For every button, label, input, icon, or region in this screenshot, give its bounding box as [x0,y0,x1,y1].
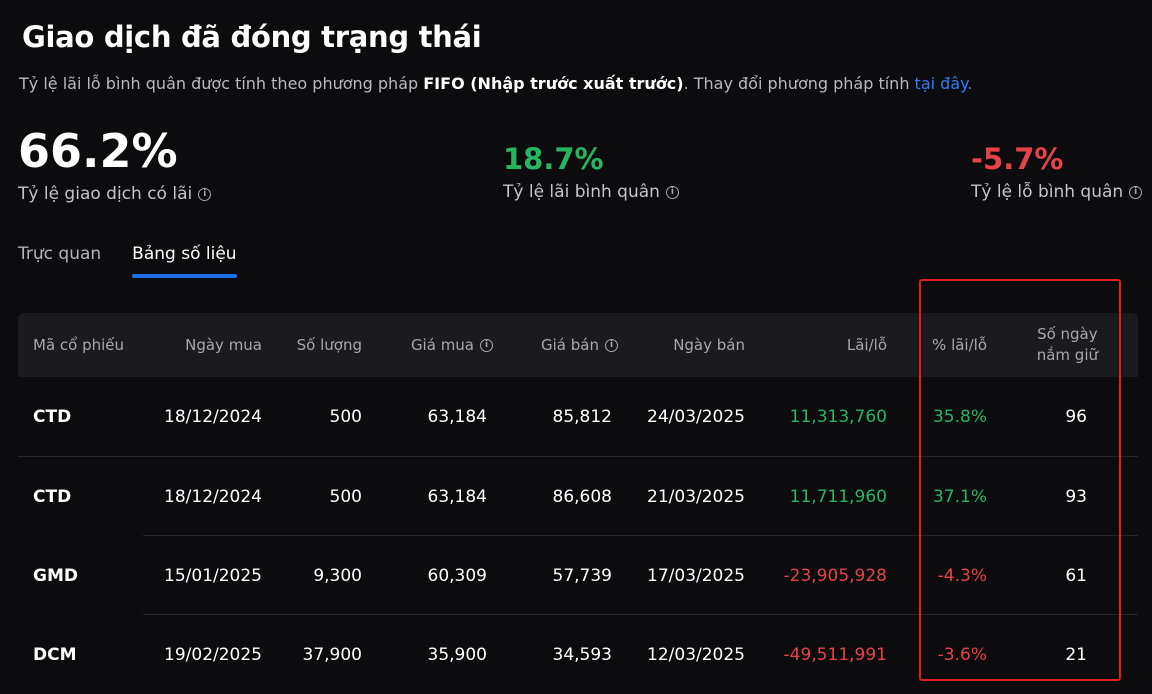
cell-symbol: CTD [33,486,72,507]
cell-buy-price: 63,184 [427,486,487,507]
cell-sell-date: 17/03/2025 [647,565,745,586]
info-icon[interactable]: i [1129,185,1143,199]
cell-buy-price: 35,900 [427,644,487,665]
cell-holding-days: 61 [1065,565,1087,586]
table-row[interactable]: GMD 15/01/2025 9,300 60,309 57,739 17/03… [18,536,1138,615]
cell-sell-date: 24/03/2025 [647,406,745,427]
info-icon[interactable]: i [665,185,679,199]
view-tabs: Trực quan Bảng số liệu [18,244,237,278]
page-title: Giao dịch đã đóng trạng thái [22,20,482,54]
cell-symbol: GMD [33,565,78,586]
cell-sell-price: 34,593 [552,644,612,665]
stat-avg-profit: 18.7% Tỷ lệ lãi bình quân i [503,142,679,202]
cell-pnl-pct: -4.3% [937,565,987,586]
col-holding-days[interactable]: Số ngày nắm giữ [1008,313,1098,377]
stat-value: 18.7% [503,142,604,176]
cell-buy-date: 18/12/2024 [164,406,262,427]
cell-pnl: 11,711,960 [789,486,887,507]
stat-label: Tỷ lệ giao dịch có lãi i [18,184,212,204]
cell-quantity: 9,300 [313,565,362,586]
tab-visual[interactable]: Trực quan [18,244,101,278]
col-buy-date[interactable]: Ngày mua [148,313,262,377]
info-icon[interactable]: i [198,187,212,201]
cell-pnl: 11,313,760 [789,406,887,427]
col-pnl[interactable]: Lãi/lỗ [758,313,887,377]
stat-label: Tỷ lệ lỗ bình quân i [971,182,1143,202]
cell-symbol: DCM [33,644,77,665]
cell-holding-days: 96 [1065,406,1087,427]
cell-symbol: CTD [33,406,72,427]
stat-win-rate: 66.2% Tỷ lệ giao dịch có lãi i [18,124,212,204]
stat-label-text: Tỷ lệ lãi bình quân [503,182,660,202]
cell-quantity: 500 [329,406,362,427]
cell-buy-price: 60,309 [427,565,487,586]
cell-buy-price: 63,184 [427,406,487,427]
cell-quantity: 500 [329,486,362,507]
stat-label-text: Tỷ lệ giao dịch có lãi [18,184,193,204]
cell-pnl: -23,905,928 [783,565,887,586]
cell-sell-date: 12/03/2025 [647,644,745,665]
col-sell-date[interactable]: Ngày bán [633,313,745,377]
cell-pnl-pct: -3.6% [937,644,987,665]
cell-pnl: -49,511,991 [783,644,887,665]
cell-buy-date: 15/01/2025 [164,565,262,586]
cell-sell-price: 85,812 [552,406,612,427]
cell-pnl-pct: 35.8% [932,406,987,427]
col-sell-price[interactable]: Giá bán i [508,313,618,377]
col-quantity[interactable]: Số lượng [278,313,362,377]
cell-holding-days: 21 [1065,644,1087,665]
col-buy-price[interactable]: Giá mua i [378,313,493,377]
info-icon[interactable]: i [480,338,493,352]
col-symbol[interactable]: Mã cổ phiếu [33,313,124,377]
cell-buy-date: 19/02/2025 [164,644,262,665]
cell-holding-days: 93 [1065,486,1087,507]
closed-trades-table: Mã cổ phiếu Ngày mua Số lượng Giá mua i G… [18,313,1138,694]
cell-pnl-pct: 37.1% [932,486,987,507]
table-body: CTD 18/12/2024 500 63,184 85,812 24/03/2… [18,377,1138,694]
info-icon[interactable]: i [605,338,618,352]
stat-value: -5.7% [971,142,1064,176]
subtitle-method: FIFO (Nhập trước xuất trước) [423,74,684,93]
page-subtitle: Tỷ lệ lãi lỗ bình quân được tính theo ph… [19,74,972,93]
cell-sell-price: 57,739 [552,565,612,586]
col-pnl-pct[interactable]: % lãi/lỗ [898,313,987,377]
stat-label-text: Tỷ lệ lỗ bình quân [971,182,1124,202]
tab-data-table[interactable]: Bảng số liệu [132,244,237,278]
table-row[interactable]: CTD 18/12/2024 500 63,184 86,608 21/03/2… [18,457,1138,536]
subtitle-text: Tỷ lệ lãi lỗ bình quân được tính theo ph… [19,74,424,93]
stat-avg-loss: -5.7% Tỷ lệ lỗ bình quân i [971,142,1143,202]
cell-buy-date: 18/12/2024 [164,486,262,507]
subtitle-text-2: . Thay đổi phương pháp tính [683,74,915,93]
change-method-link[interactable]: tại đây. [915,74,973,93]
cell-sell-date: 21/03/2025 [647,486,745,507]
stat-label: Tỷ lệ lãi bình quân i [503,182,679,202]
table-row[interactable]: DCM 19/02/2025 37,900 35,900 34,593 12/0… [18,615,1138,694]
cell-sell-price: 86,608 [552,486,612,507]
stat-value: 66.2% [18,124,178,178]
table-row[interactable]: CTD 18/12/2024 500 63,184 85,812 24/03/2… [18,377,1138,457]
table-header: Mã cổ phiếu Ngày mua Số lượng Giá mua i G… [18,313,1138,377]
cell-quantity: 37,900 [302,644,362,665]
